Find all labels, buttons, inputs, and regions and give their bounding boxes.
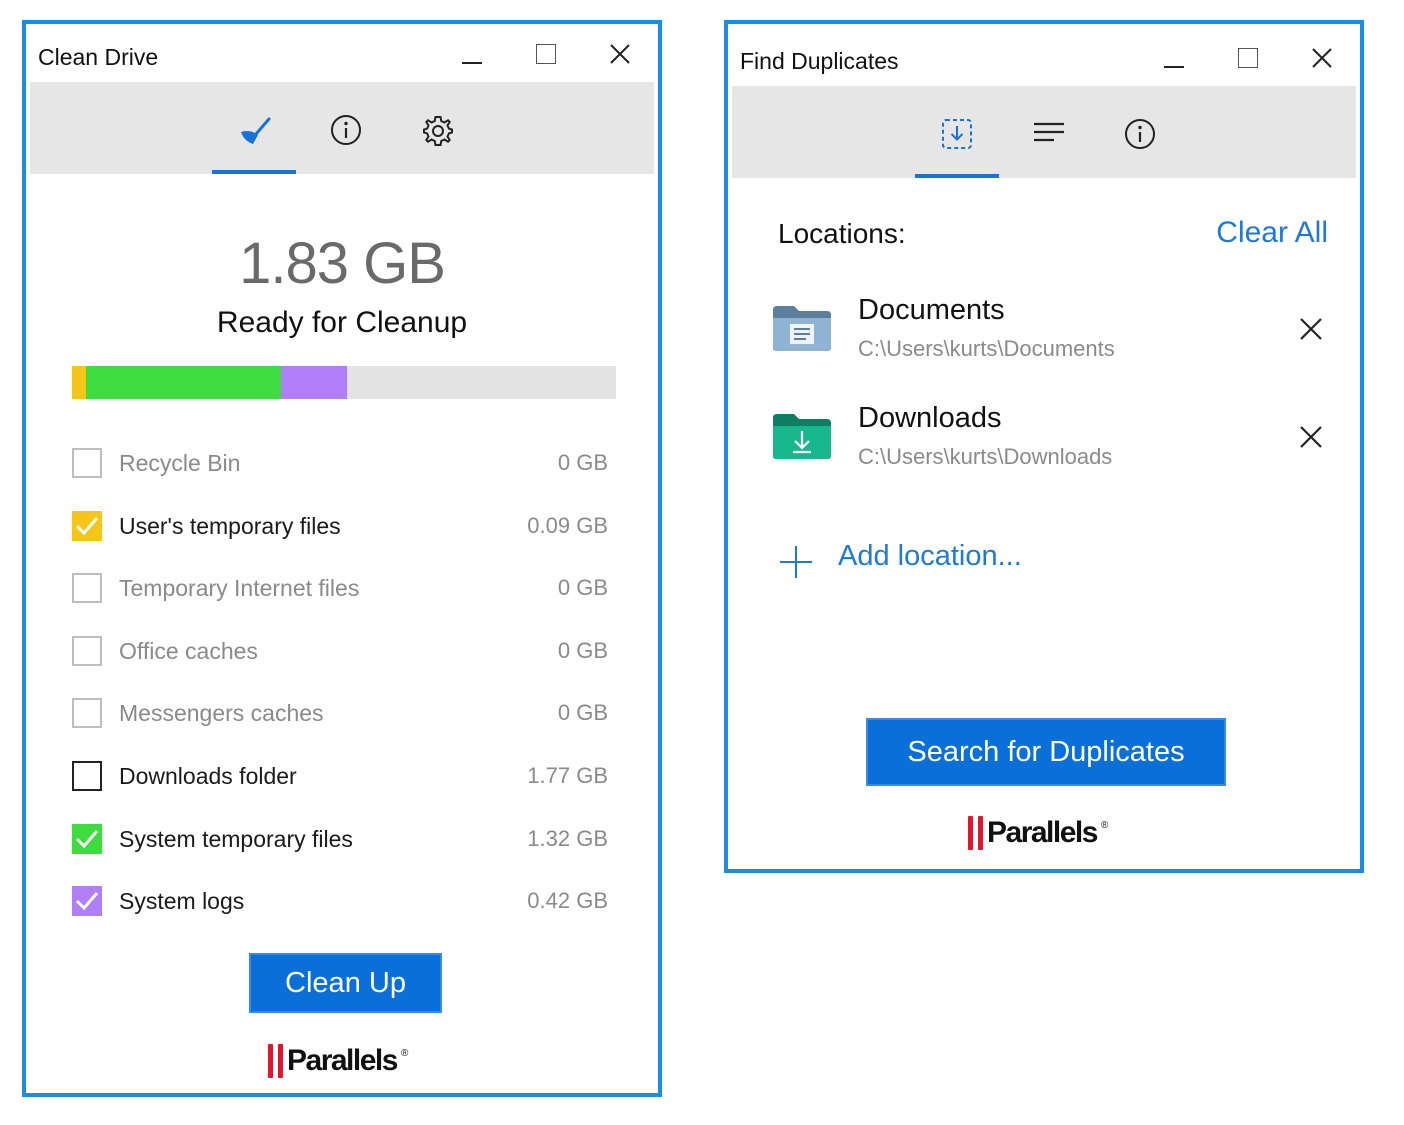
window-title: Find Duplicates [740, 48, 899, 74]
location-path: C:\Users\kurts\Downloads [858, 444, 1113, 469]
clean-up-button[interactable]: Clean Up [249, 953, 442, 1013]
cleanup-item-checkbox[interactable] [72, 448, 102, 478]
cleanup-item-size: 1.32 GB [527, 825, 608, 851]
cleanup-item-checkbox[interactable] [72, 886, 102, 917]
tab-locations[interactable] [915, 86, 999, 178]
checkmark-icon [75, 516, 99, 535]
checkmark-icon [75, 829, 99, 848]
info-icon [1125, 119, 1155, 149]
parallels-bars-icon [968, 816, 983, 850]
minimize-button[interactable] [452, 36, 492, 72]
usage-bar-segment [72, 366, 86, 399]
location-path: C:\Users\kurts\Documents [858, 336, 1115, 361]
remove-location-icon[interactable] [1296, 314, 1326, 344]
list-icon [1034, 122, 1064, 142]
cleanup-item-list: Recycle Bin 0 GB User's temporary files 0.0… [72, 434, 608, 935]
brand-name: Parallels [987, 816, 1098, 849]
remove-location-icon[interactable] [1296, 422, 1326, 452]
minimize-button[interactable] [1154, 40, 1194, 76]
cleanup-item-size: 0 GB [557, 575, 608, 601]
toolbar [732, 86, 1356, 178]
maximize-button[interactable] [526, 36, 566, 72]
window-title: Clean Drive [38, 44, 159, 70]
cleanup-item-size: 0 GB [557, 637, 608, 663]
add-location-label: Add location... [838, 540, 1022, 572]
cleanup-item-checkbox[interactable] [72, 698, 102, 729]
toolbar [30, 82, 654, 174]
cleanup-item-size: 0.42 GB [527, 888, 608, 914]
cleanup-item-row[interactable]: Office caches 0 GB [72, 622, 608, 685]
import-icon [942, 119, 972, 149]
cleanup-item-label: System temporary files [119, 825, 353, 852]
cleanup-item-checkbox[interactable] [72, 573, 102, 604]
cleanup-item-label: Temporary Internet files [119, 575, 360, 602]
status-subtitle: Ready for Cleanup [216, 306, 468, 339]
cleanup-item-label: Downloads folder [119, 762, 297, 789]
cleanup-item-label: Office caches [119, 637, 258, 664]
cleanup-item-row[interactable]: System temporary files 1.32 GB [72, 810, 608, 873]
title-bar: Find Duplicates [728, 24, 1360, 82]
search-for-duplicates-button[interactable]: Search for Duplicates [866, 718, 1226, 786]
cleanup-item-label: User's temporary files [119, 512, 341, 539]
usage-bar-segment [85, 366, 282, 399]
clean-drive-window: Clean Drive 1.83 GB Ready for Cleanup Re… [22, 20, 662, 1097]
parallels-bars-icon [268, 1044, 283, 1078]
plus-icon [780, 546, 812, 578]
location-name: Documents [858, 294, 1005, 326]
close-icon [610, 44, 630, 64]
brand-name: Parallels [287, 1044, 398, 1077]
downloads-folder-icon [773, 414, 831, 459]
close-button[interactable] [600, 36, 640, 72]
cleanup-item-checkbox[interactable] [72, 510, 102, 541]
cleanup-item-row[interactable]: System logs 0.42 GB [72, 872, 608, 935]
cleanup-item-checkbox[interactable] [72, 760, 102, 791]
cleanup-item-size: 0 GB [557, 450, 608, 475]
broom-icon [241, 117, 271, 144]
gear-icon [423, 116, 453, 146]
documents-folder-icon [773, 306, 831, 351]
cleanup-item-size: 0 GB [557, 700, 608, 726]
cleanup-item-label: Messengers caches [119, 700, 324, 727]
cleanup-item-size: 0.09 GB [527, 512, 608, 538]
title-bar: Clean Drive [26, 24, 658, 82]
active-tab-indicator [212, 170, 296, 174]
location-name: Downloads [858, 402, 1002, 434]
parallels-logo: Parallels ® [968, 816, 1108, 850]
info-icon [331, 115, 361, 145]
cleanup-item-checkbox[interactable] [72, 823, 102, 854]
cleanup-item-label: System logs [119, 888, 245, 915]
cleanup-item-row[interactable]: Temporary Internet files 0 GB [72, 559, 608, 622]
usage-bar-segment [281, 366, 347, 399]
tab-info[interactable] [304, 82, 388, 174]
close-icon [1312, 48, 1332, 68]
location-item: Downloads C:\Users\kurts\Downloads [772, 402, 1332, 482]
locations-heading: Locations: [778, 218, 906, 249]
tab-results[interactable] [1007, 86, 1091, 178]
maximize-button[interactable] [1228, 40, 1268, 76]
cleanup-item-row[interactable]: User's temporary files 0.09 GB [72, 497, 608, 560]
cleanup-item-label: Recycle Bin [119, 450, 241, 476]
clear-all-link[interactable]: Clear All [1216, 216, 1328, 250]
close-button[interactable] [1302, 40, 1342, 76]
parallels-logo: Parallels ® [268, 1044, 408, 1078]
cleanup-item-row[interactable]: Downloads folder 1.77 GB [72, 747, 608, 810]
location-item: Documents C:\Users\kurts\Documents [772, 294, 1332, 374]
find-duplicates-window: Find Duplicates Locations: Clear All Doc… [724, 20, 1364, 873]
usage-bar [72, 366, 616, 399]
cleanup-item-checkbox[interactable] [72, 635, 102, 666]
tab-info[interactable] [1098, 86, 1182, 178]
cleanup-item-row[interactable]: Messengers caches 0 GB [72, 684, 608, 747]
tab-clean[interactable] [212, 82, 296, 174]
cleanup-item-row[interactable]: Recycle Bin 0 GB [72, 434, 608, 497]
cleanup-item-size: 1.77 GB [527, 762, 608, 788]
active-tab-indicator [915, 174, 999, 178]
tab-settings[interactable] [396, 82, 480, 174]
total-size: 1.83 GB [239, 231, 446, 296]
checkmark-icon [75, 892, 99, 911]
